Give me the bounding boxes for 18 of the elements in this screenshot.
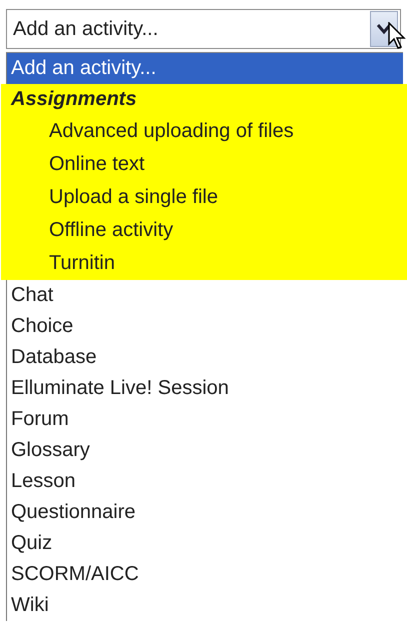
group-label: Assignments [10,87,138,112]
dropdown-option[interactable]: Turnitin [7,247,407,280]
dropdown-option[interactable]: Online text [7,148,407,181]
dropdown-option[interactable]: Database [7,342,403,373]
dropdown-option[interactable]: Add an activity... [7,53,403,84]
dropdown-option[interactable]: SCORM/AICC [7,559,403,590]
dropdown-option[interactable]: Chat [7,280,403,311]
dropdown-option[interactable]: Lesson [7,466,403,497]
dropdown-option[interactable]: Glossary [7,435,403,466]
dropdown-option[interactable]: Advanced uploading of files [7,115,407,148]
dropdown-option[interactable]: Forum [7,404,403,435]
dropdown-option[interactable]: Elluminate Live! Session [7,373,403,404]
dropdown-option[interactable]: Wiki [7,590,403,621]
dropdown-option[interactable]: Quiz [7,528,403,559]
dropdown-option[interactable]: Questionnaire [7,497,403,528]
dropdown-option[interactable]: Choice [7,311,403,342]
dropdown-option[interactable]: Offline activity [7,214,407,247]
dropdown-option[interactable]: Upload a single file [7,181,407,214]
